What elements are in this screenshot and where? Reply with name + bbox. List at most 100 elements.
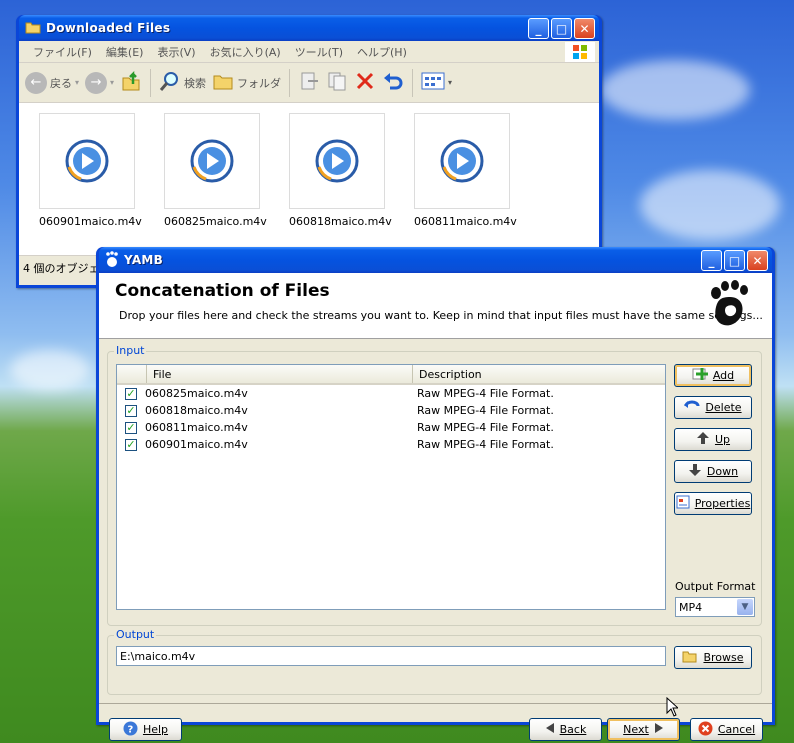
description-cell: Raw MPEG-4 File Format. [417,421,554,434]
mouse-cursor-icon [666,696,680,720]
menu-edit[interactable]: 編集(E) [106,44,144,60]
media-file-icon [414,113,510,209]
search-icon [159,70,181,95]
back-arrow-icon: ← [25,71,47,94]
input-group: Input File Description ✓ 060825maico.m4v… [107,344,762,626]
minimize-button[interactable]: _ [701,250,722,271]
maximize-button[interactable]: □ [551,18,572,39]
back-button[interactable]: ← 戻る ▾ [25,71,79,94]
help-button[interactable]: ? Help [109,718,182,741]
media-file-icon [289,113,385,209]
stream-checkbox[interactable]: ✓ [125,438,137,451]
next-button[interactable]: Next [607,718,680,741]
folder-icon [25,20,41,37]
output-group: Output E:\maico.m4v Browse [107,628,762,695]
up-button[interactable]: Up [674,428,752,451]
views-icon [421,71,445,94]
file-name: 060901maico.m4v [39,215,142,228]
search-label: 検索 [184,76,207,90]
views-button[interactable]: ▾ [421,71,452,94]
delete-label: Delete [705,401,742,414]
media-file-icon [39,113,135,209]
stream-checkbox[interactable]: ✓ [125,387,137,400]
output-group-label: Output [114,628,157,641]
delete-button[interactable]: Delete [674,396,752,419]
undo-button[interactable] [382,70,404,95]
explorer-titlebar[interactable]: Downloaded Files _ □ ✕ [19,15,599,41]
properties-label: Properties [694,497,751,510]
file-item[interactable]: 060825maico.m4v [164,113,267,228]
windows-logo-icon [565,42,595,62]
down-label: Down [706,465,739,478]
delete-button[interactable] [354,70,376,95]
cloud [640,170,780,240]
menu-tools[interactable]: ツール(T) [295,44,343,60]
up-arrow-icon [696,431,710,448]
cancel-button[interactable]: Cancel [690,718,763,741]
folders-button[interactable]: フォルダ [212,71,281,94]
properties-button[interactable]: Properties [674,492,752,515]
back-label: 戻る [50,76,72,90]
back-triangle-icon [545,722,555,737]
output-path-field[interactable]: E:\maico.m4v [116,646,666,666]
add-button[interactable]: Add [674,364,752,387]
checkbox-column-header[interactable] [117,365,147,383]
close-button[interactable]: ✕ [574,18,595,39]
stream-checkbox[interactable]: ✓ [125,404,137,417]
svg-text:?: ? [127,724,133,735]
minimize-button[interactable]: _ [528,18,549,39]
menu-help[interactable]: ヘルプ(H) [357,44,407,60]
folders-icon [212,71,234,94]
description-cell: Raw MPEG-4 File Format. [417,438,554,451]
back-button[interactable]: Back [529,718,602,741]
file-item[interactable]: 060818maico.m4v [289,113,392,228]
file-item[interactable]: 060811maico.m4v [414,113,517,228]
cloud [10,350,90,390]
delete-x-icon [354,70,376,95]
up-folder-button[interactable] [120,70,142,95]
move-to-button[interactable] [298,70,320,95]
menu-favorites[interactable]: お気に入り(A) [210,44,281,60]
back-label: Back [559,723,587,736]
yamb-title: YAMB [124,253,164,267]
file-name: 060811maico.m4v [414,215,517,228]
list-item[interactable]: ✓ 060818maico.m4v Raw MPEG-4 File Format… [117,402,665,419]
browse-button[interactable]: Browse [674,646,752,669]
file-cell: 060811maico.m4v [145,421,248,434]
file-list[interactable]: File Description ✓ 060825maico.m4v Raw M… [116,364,666,610]
down-button[interactable]: Down [674,460,752,483]
output-format-select[interactable]: MP4 ▼ [675,597,755,617]
down-arrow-icon [688,463,702,480]
forward-arrow-icon: → [85,71,108,94]
copy-to-button[interactable] [326,70,348,95]
forward-button[interactable]: → ▾ [85,71,114,94]
browse-label: Browse [703,651,744,664]
stream-checkbox[interactable]: ✓ [125,421,137,434]
file-cell: 060818maico.m4v [145,404,248,417]
menu-view[interactable]: 表示(V) [157,44,195,60]
help-label: Help [142,723,169,736]
search-button[interactable]: 検索 [159,70,206,95]
list-item[interactable]: ✓ 060901maico.m4v Raw MPEG-4 File Format… [117,436,665,453]
explorer-toolbar: ← 戻る ▾ → ▾ 検索 フォルダ ▾ [19,63,599,103]
next-label: Next [623,723,649,736]
list-item[interactable]: ✓ 060825maico.m4v Raw MPEG-4 File Format… [117,385,665,402]
yamb-titlebar[interactable]: YAMB _ □ ✕ [99,247,772,273]
page-title: Concatenation of Files [115,281,330,301]
maximize-button[interactable]: □ [724,250,745,271]
yamb-window: YAMB _ □ ✕ Concatenation of Files Drop y… [96,247,775,741]
file-item[interactable]: 060901maico.m4v [39,113,142,228]
output-path-value: E:\maico.m4v [120,649,196,663]
output-format-value: MP4 [679,600,703,614]
file-column-header[interactable]: File [147,365,413,383]
copy-to-icon [326,70,348,95]
explorer-title: Downloaded Files [46,21,171,35]
close-button[interactable]: ✕ [747,250,768,271]
up-folder-icon [120,70,142,95]
list-item[interactable]: ✓ 060811maico.m4v Raw MPEG-4 File Format… [117,419,665,436]
chevron-down-icon[interactable]: ▼ [737,599,753,615]
open-folder-icon [682,649,698,666]
menu-file[interactable]: ファイル(F) [33,44,92,60]
description-column-header[interactable]: Description [413,365,663,383]
description-cell: Raw MPEG-4 File Format. [417,404,554,417]
